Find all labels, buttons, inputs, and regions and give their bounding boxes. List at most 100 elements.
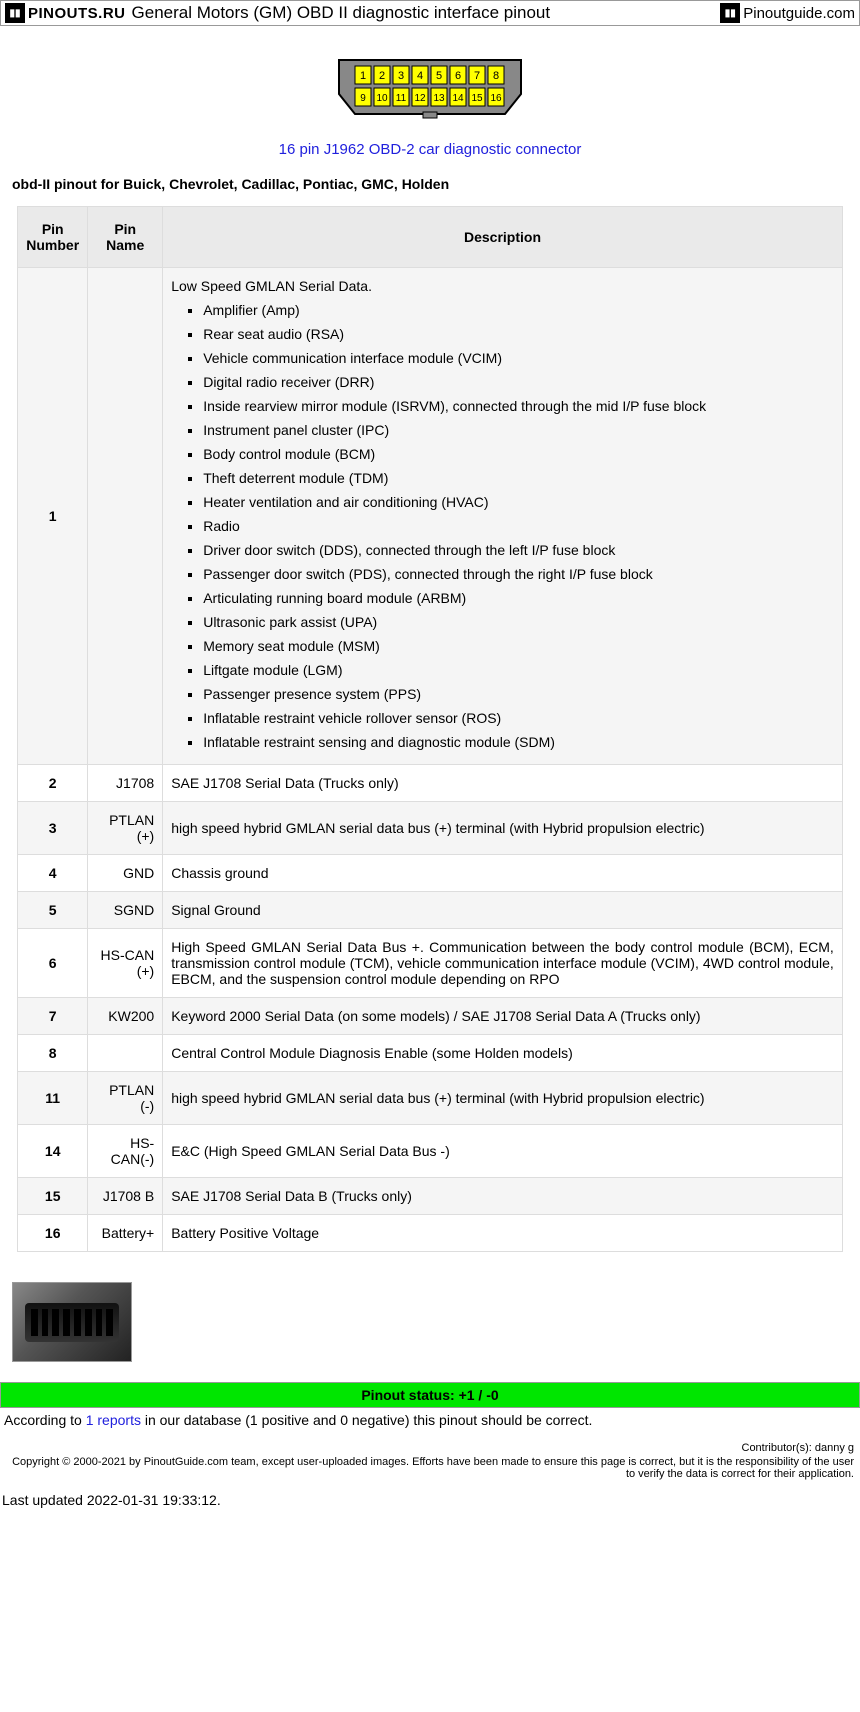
svg-text:11: 11 — [396, 93, 407, 104]
connector-icon: ▮▮ — [720, 3, 740, 23]
pin-number: 4 — [18, 855, 88, 892]
pin-desc: Central Control Module Diagnosis Enable … — [163, 1035, 843, 1072]
page-title: General Motors (GM) OBD II diagnostic in… — [132, 3, 715, 23]
logo-left[interactable]: ▮▮ PINOUTS.RU — [5, 3, 126, 23]
pin-name: J1708 — [88, 765, 163, 802]
list-item: Inflatable restraint vehicle rollover se… — [203, 706, 834, 730]
table-row: 3PTLAN (+)high speed hybrid GMLAN serial… — [18, 802, 843, 855]
list-item: Articulating running board module (ARBM) — [203, 586, 834, 610]
status-desc: According to 1 reports in our database (… — [0, 1410, 860, 1440]
table-row: 11PTLAN (-)high speed hybrid GMLAN seria… — [18, 1072, 843, 1125]
copyright: Copyright © 2000-2021 by PinoutGuide.com… — [0, 1456, 860, 1488]
pin-number: 5 — [18, 892, 88, 929]
connector-diagram: 12345678 910111213141516 — [0, 26, 860, 133]
list-item: Theft deterrent module (TDM) — [203, 466, 834, 490]
list-item: Rear seat audio (RSA) — [203, 322, 834, 346]
pin-desc: High Speed GMLAN Serial Data Bus +. Comm… — [163, 929, 843, 998]
list-item: Liftgate module (LGM) — [203, 658, 834, 682]
th-name: Pin Name — [88, 207, 163, 268]
status-bar: Pinout status: +1 / -0 — [0, 1382, 860, 1408]
header-bar: ▮▮ PINOUTS.RU General Motors (GM) OBD II… — [0, 0, 860, 26]
list-item: Digital radio receiver (DRR) — [203, 370, 834, 394]
table-row: 15J1708 BSAE J1708 Serial Data B (Trucks… — [18, 1178, 843, 1215]
list-item: Ultrasonic park assist (UPA) — [203, 610, 834, 634]
th-desc: Description — [163, 207, 843, 268]
svg-text:10: 10 — [376, 93, 388, 104]
list-item: Amplifier (Amp) — [203, 298, 834, 322]
svg-text:13: 13 — [433, 93, 445, 104]
svg-text:5: 5 — [436, 70, 442, 82]
pin-number: 8 — [18, 1035, 88, 1072]
table-row: 2J1708SAE J1708 Serial Data (Trucks only… — [18, 765, 843, 802]
connector-link[interactable]: 16 pin J1962 OBD-2 car diagnostic connec… — [0, 141, 860, 158]
pin-name: Battery+ — [88, 1215, 163, 1252]
connector-icon: ▮▮ — [5, 3, 25, 23]
pin-desc: Battery Positive Voltage — [163, 1215, 843, 1252]
pin-number: 7 — [18, 998, 88, 1035]
list-item: Memory seat module (MSM) — [203, 634, 834, 658]
table-row: 8 Central Control Module Diagnosis Enable… — [18, 1035, 843, 1072]
pin-name: PTLAN (-) — [88, 1072, 163, 1125]
logo-right[interactable]: ▮▮ Pinoutguide.com — [720, 3, 855, 23]
pin-desc: SAE J1708 Serial Data B (Trucks only) — [163, 1178, 843, 1215]
svg-text:2: 2 — [379, 70, 385, 82]
svg-text:15: 15 — [471, 93, 483, 104]
contributors: Contributor(s): danny g — [0, 1440, 860, 1456]
pin-name: KW200 — [88, 998, 163, 1035]
pin-desc: high speed hybrid GMLAN serial data bus … — [163, 802, 843, 855]
svg-text:1: 1 — [360, 70, 366, 82]
svg-text:16: 16 — [490, 93, 502, 104]
list-item: Inflatable restraint sensing and diagnos… — [203, 730, 834, 754]
reports-link[interactable]: 1 reports — [86, 1412, 141, 1428]
subtitle: obd-II pinout for Buick, Chevrolet, Cadi… — [0, 176, 860, 206]
list-item: Vehicle communication interface module (… — [203, 346, 834, 370]
pin-number: 3 — [18, 802, 88, 855]
svg-text:4: 4 — [417, 70, 423, 82]
pin-number: 6 — [18, 929, 88, 998]
pin-number: 16 — [18, 1215, 88, 1252]
last-updated: Last updated 2022-01-31 19:33:12. — [0, 1488, 860, 1512]
table-row: 7KW200Keyword 2000 Serial Data (on some … — [18, 998, 843, 1035]
list-item: Radio — [203, 514, 834, 538]
pin-number: 2 — [18, 765, 88, 802]
pin-name: HS-CAN (+) — [88, 929, 163, 998]
table-row: 1Low Speed GMLAN Serial Data.Amplifier (… — [18, 268, 843, 765]
pin-number: 11 — [18, 1072, 88, 1125]
pin-desc: SAE J1708 Serial Data (Trucks only) — [163, 765, 843, 802]
pin-desc: E&C (High Speed GMLAN Serial Data Bus -) — [163, 1125, 843, 1178]
pin-desc: Keyword 2000 Serial Data (on some models… — [163, 998, 843, 1035]
pin-name — [88, 1035, 163, 1072]
pin-table: Pin Number Pin Name Description 1Low Spe… — [17, 206, 843, 1252]
pin-name: HS-CAN(-) — [88, 1125, 163, 1178]
pin-name: PTLAN (+) — [88, 802, 163, 855]
th-num: Pin Number — [18, 207, 88, 268]
pin-name: GND — [88, 855, 163, 892]
pin-number: 14 — [18, 1125, 88, 1178]
table-row: 5SGNDSignal Ground — [18, 892, 843, 929]
table-row: 4GNDChassis ground — [18, 855, 843, 892]
connector-photo — [12, 1282, 132, 1362]
pin-desc: high speed hybrid GMLAN serial data bus … — [163, 1072, 843, 1125]
svg-text:6: 6 — [455, 70, 461, 82]
svg-text:12: 12 — [414, 93, 426, 104]
list-item: Driver door switch (DDS), connected thro… — [203, 538, 834, 562]
pin-desc: Chassis ground — [163, 855, 843, 892]
svg-text:3: 3 — [398, 70, 404, 82]
pin-desc: Low Speed GMLAN Serial Data.Amplifier (A… — [163, 268, 843, 765]
svg-text:14: 14 — [452, 93, 464, 104]
pin-name — [88, 268, 163, 765]
svg-text:8: 8 — [493, 70, 499, 82]
pin-desc: Signal Ground — [163, 892, 843, 929]
list-item: Passenger door switch (PDS), connected t… — [203, 562, 834, 586]
pin-number: 1 — [18, 268, 88, 765]
pin-number: 15 — [18, 1178, 88, 1215]
list-item: Passenger presence system (PPS) — [203, 682, 834, 706]
svg-text:7: 7 — [474, 70, 480, 82]
list-item: Heater ventilation and air conditioning … — [203, 490, 834, 514]
list-item: Instrument panel cluster (IPC) — [203, 418, 834, 442]
table-row: 16Battery+Battery Positive Voltage — [18, 1215, 843, 1252]
pin-name: J1708 B — [88, 1178, 163, 1215]
table-row: 14HS-CAN(-)E&C (High Speed GMLAN Serial … — [18, 1125, 843, 1178]
pin-name: SGND — [88, 892, 163, 929]
table-row: 6HS-CAN (+)High Speed GMLAN Serial Data … — [18, 929, 843, 998]
